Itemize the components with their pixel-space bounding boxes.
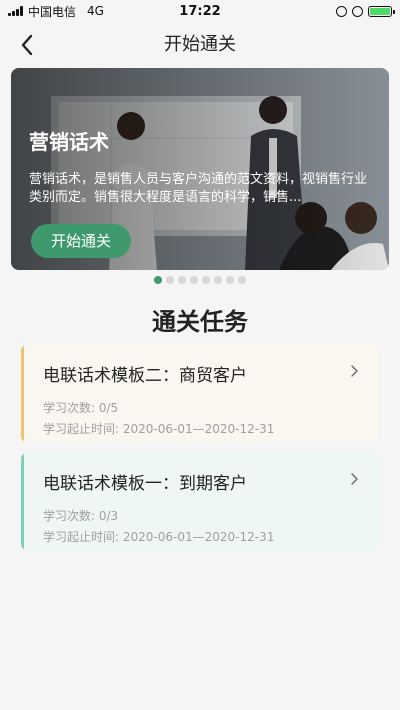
task-study-count: 学习次数: 0/3 [43,509,119,523]
carrier-label: 中国电信 [28,4,77,19]
section-title: 通关任务 [152,308,248,336]
carousel-dot[interactable] [190,276,198,284]
status-bar: 中国电信 4G 17:22 [0,0,400,22]
carousel-dot[interactable] [226,276,234,284]
chevron-left-icon[interactable] [14,32,40,58]
task-study-count: 学习次数: 0/5 [43,401,119,415]
carousel-dot[interactable] [214,276,222,284]
carousel-indicator[interactable] [0,276,400,284]
nav-bar: 开始通关 [0,22,400,68]
network-label: 4G [87,4,104,18]
battery-icon [368,5,395,17]
task-card[interactable]: 电联话术模板一：到期客户 学习次数: 0/3 学习起止时间: 2020-06-0… [21,453,379,550]
chevron-right-icon [351,365,358,377]
task-name: 电联话术模板一：到期客户 [43,474,247,494]
task-study-period: 学习起止时间: 2020-06-01—2020-12-31 [43,530,275,544]
task-name: 电联话术模板二：商贸客户 [43,366,247,386]
page-title: 开始通关 [164,34,236,55]
carousel-dot[interactable] [238,276,246,284]
chevron-right-icon [351,473,358,485]
carousel-dot[interactable] [202,276,210,284]
orientation-lock-icon [352,5,363,17]
task-accent-bar [21,345,24,442]
alarm-icon [336,5,347,17]
banner-description: 营销话术，是销售人员与客户沟通的范文资料，视销售行业类别而定。销售很大程度是语言… [29,172,368,205]
banner-carousel[interactable]: 营销话术 营销话术，是销售人员与客户沟通的范文资料，视销售行业类别而定。销售很大… [11,68,389,270]
task-study-period: 学习起止时间: 2020-06-01—2020-12-31 [43,422,275,436]
signal-icon [8,6,23,16]
carousel-dot[interactable] [154,276,162,284]
start-challenge-button[interactable]: 开始通关 [31,224,131,258]
carousel-dot[interactable] [166,276,174,284]
task-accent-bar [21,453,24,550]
banner-title: 营销话术 [29,130,109,154]
task-card[interactable]: 电联话术模板二：商贸客户 学习次数: 0/5 学习起止时间: 2020-06-0… [21,345,379,442]
carousel-dot[interactable] [178,276,186,284]
